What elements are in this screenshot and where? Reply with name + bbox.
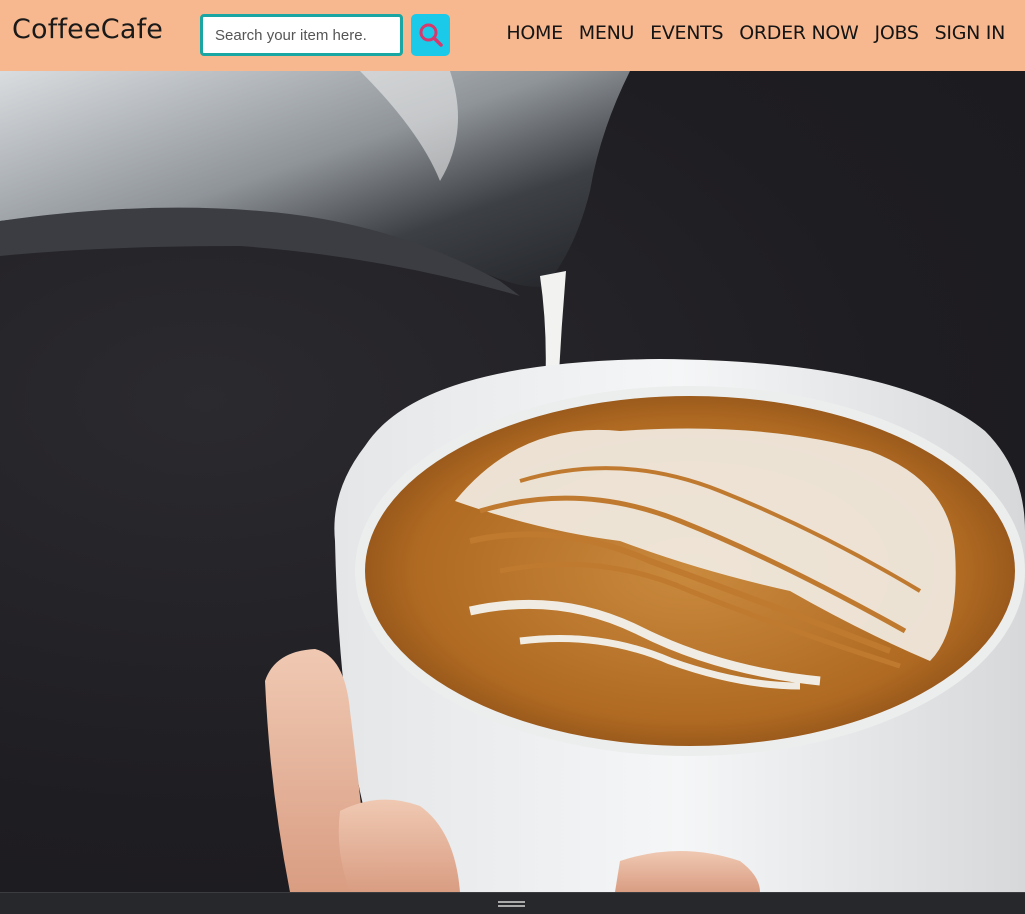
nav-order-now[interactable]: ORDER NOW (739, 22, 859, 44)
latte-art-illustration (0, 71, 1025, 892)
nav-jobs[interactable]: JOBS (875, 22, 919, 44)
search-icon (419, 23, 443, 47)
nav-home[interactable]: HOME (506, 22, 563, 44)
brand-logo[interactable]: CoffeeCafe (12, 14, 163, 45)
nav-menu[interactable]: MENU (579, 22, 635, 44)
search-button[interactable] (411, 14, 450, 56)
hero-image (0, 71, 1025, 892)
bottom-bar (0, 892, 1025, 914)
nav-events[interactable]: EVENTS (650, 22, 723, 44)
navbar: CoffeeCafe HOME MENU EVENTS ORDER NOW JO… (0, 0, 1025, 71)
resize-handle[interactable] (498, 901, 525, 907)
main-nav: HOME MENU EVENTS ORDER NOW JOBS SIGN IN (506, 22, 1005, 44)
nav-sign-in[interactable]: SIGN IN (935, 22, 1006, 44)
search-input[interactable] (200, 14, 403, 56)
